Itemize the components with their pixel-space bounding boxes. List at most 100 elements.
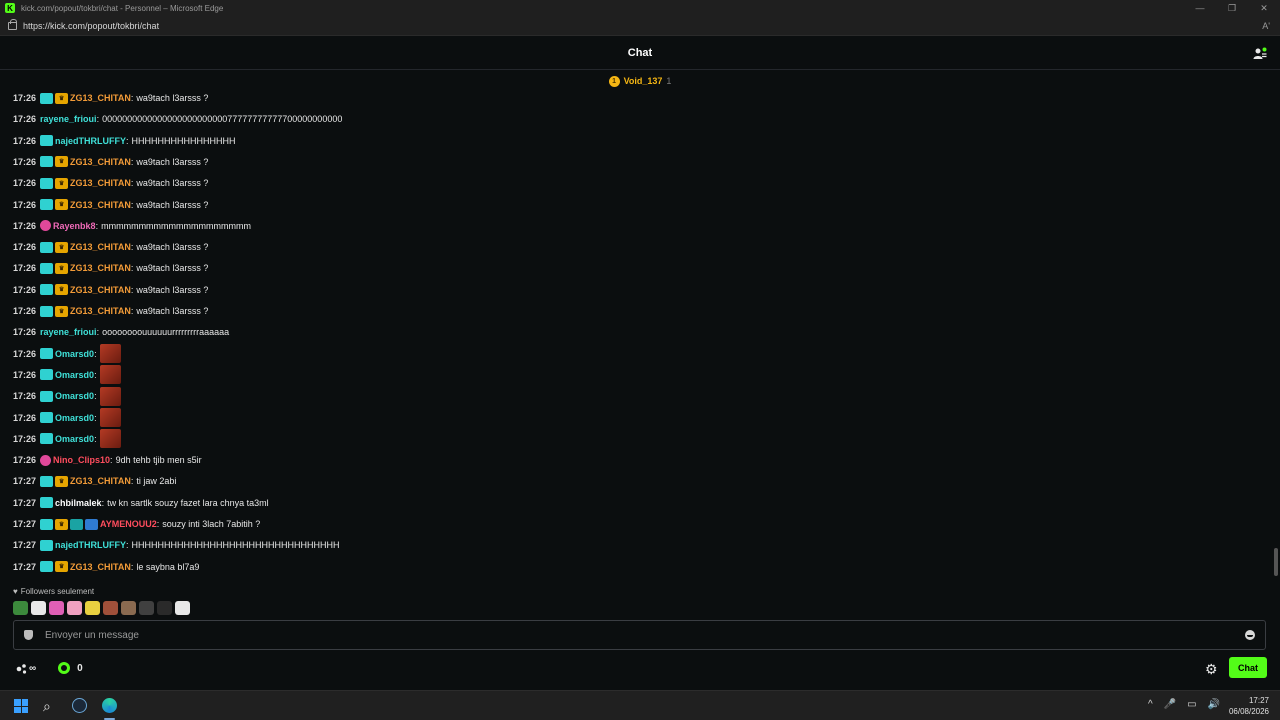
subscriber-badge-icon[interactable]	[40, 539, 54, 551]
face-emote[interactable]	[103, 601, 118, 615]
message-username[interactable]: ZG13_CHITAN	[70, 285, 131, 295]
message-username[interactable]: ZG13_CHITAN	[70, 306, 131, 316]
subscriber-badge-icon[interactable]	[40, 369, 54, 381]
tray-overflow-icon[interactable]: ^	[1148, 699, 1153, 710]
volume-icon[interactable]: 🔊	[1208, 699, 1220, 710]
subscriber-badge-icon[interactable]	[40, 135, 54, 147]
red-face-emote[interactable]	[99, 408, 121, 427]
message-username[interactable]: najedTHRLUFFY	[55, 540, 126, 550]
subscriber-badge-icon[interactable]	[40, 433, 54, 445]
subscriber-badge-icon[interactable]	[40, 518, 54, 530]
search-icon[interactable]: ⌕	[43, 698, 51, 715]
reader-mode-icon[interactable]: Aʹ	[1262, 21, 1270, 31]
subscriber-badge-icon[interactable]	[40, 305, 54, 317]
message-username[interactable]: najedTHRLUFFY	[55, 136, 126, 146]
message-username[interactable]: rayene_frioui	[40, 114, 97, 124]
subscriber-badge-icon[interactable]	[40, 348, 54, 360]
subscriber-badge-icon[interactable]	[40, 412, 54, 423]
message-username[interactable]: Rayenbk8	[53, 221, 96, 231]
blue-badge-icon[interactable]	[85, 518, 99, 530]
send-chat-button[interactable]: Chat	[1229, 657, 1267, 678]
message-username[interactable]: ZG13_CHITAN	[70, 263, 131, 273]
channel-points-icon[interactable]	[58, 662, 71, 674]
red-face-emote[interactable]	[99, 344, 121, 364]
red-face-emote[interactable]	[99, 386, 121, 406]
message-username[interactable]: Omarsd0	[55, 413, 94, 423]
dark-cat-emote[interactable]	[139, 601, 154, 615]
subscriber-badge-icon[interactable]	[40, 497, 54, 509]
steam-icon[interactable]	[72, 698, 87, 713]
message-username[interactable]: Omarsd0	[55, 349, 94, 359]
pink-pill-emote[interactable]	[49, 601, 64, 615]
subscriber-badge-icon[interactable]	[40, 390, 54, 402]
subscriber-badge-icon[interactable]	[40, 475, 54, 487]
crown-badge-icon[interactable]: ♛	[55, 561, 69, 573]
message-input[interactable]	[45, 629, 1245, 641]
message-username[interactable]: ZG13_CHITAN	[70, 242, 131, 252]
message-username[interactable]: Omarsd0	[55, 434, 94, 444]
pink-badge-icon[interactable]	[40, 454, 52, 466]
red-face-emote[interactable]	[99, 429, 121, 449]
message-username[interactable]: Nino_Clips10	[53, 455, 110, 465]
subscriber-badge-icon[interactable]	[40, 241, 54, 253]
message-username[interactable]: AYMENOUU2	[100, 519, 157, 529]
message-username[interactable]: ZG13_CHITAN	[70, 178, 131, 188]
crown-badge-icon[interactable]: ♛	[55, 518, 69, 530]
subscriber-badge-icon[interactable]	[40, 177, 54, 189]
pink-blob-emote[interactable]	[67, 601, 82, 615]
gift-badge-icon[interactable]	[70, 518, 84, 530]
restore-button[interactable]: ❐	[1216, 0, 1248, 16]
pepe-emote[interactable]	[13, 601, 28, 615]
mute-emote[interactable]	[175, 601, 190, 615]
yellow-bird-emote[interactable]	[85, 601, 100, 615]
subscriber-badge-icon[interactable]	[40, 262, 54, 274]
hat-emote[interactable]	[157, 601, 172, 615]
microphone-icon[interactable]: 🎤	[1164, 699, 1176, 710]
message-username[interactable]: rayene_frioui	[40, 327, 97, 337]
users-icon[interactable]	[1253, 47, 1267, 61]
crown-badge-icon[interactable]: ♛	[55, 305, 69, 317]
crown-badge-icon[interactable]: ♛	[55, 177, 69, 189]
chat-scrollbar[interactable]	[1274, 548, 1278, 576]
network-icon[interactable]: ▭	[1187, 699, 1196, 710]
close-button[interactable]: ✕	[1248, 0, 1280, 16]
message-username[interactable]: ZG13_CHITAN	[70, 562, 131, 572]
settings-gear-icon[interactable]: ⚙	[1205, 661, 1218, 678]
taskbar-clock[interactable]: 17:27 06/08/2026	[1229, 695, 1269, 717]
message-username[interactable]: Omarsd0	[55, 391, 94, 401]
message-username[interactable]: Omarsd0	[55, 370, 94, 380]
top-gifter-name[interactable]: Void_137	[624, 76, 663, 86]
share-icon[interactable]	[16, 663, 27, 674]
message-username[interactable]: ZG13_CHITAN	[70, 93, 131, 103]
subscriber-badge-icon[interactable]	[40, 284, 54, 296]
url-text[interactable]: https://kick.com/popout/tokbri/chat	[23, 21, 159, 31]
meme-emote[interactable]	[121, 601, 136, 615]
pink-badge-icon[interactable]	[40, 220, 52, 232]
subscriber-badge-icon[interactable]	[40, 199, 54, 210]
kick-k-emote[interactable]	[31, 601, 46, 615]
message-input-box[interactable]	[13, 620, 1266, 650]
crown-badge-icon[interactable]: ♛	[55, 262, 69, 274]
crown-badge-icon[interactable]: ♛	[55, 92, 69, 104]
crown-badge-icon[interactable]: ♛	[55, 241, 69, 253]
message-username[interactable]: ZG13_CHITAN	[70, 157, 131, 167]
windows-start-icon[interactable]	[14, 699, 28, 713]
message-username[interactable]: ZG13_CHITAN	[70, 476, 131, 486]
crown-badge-icon[interactable]: ♛	[55, 475, 69, 487]
message-time: 17:26	[13, 348, 37, 359]
message-username[interactable]: ZG13_CHITAN	[70, 200, 131, 210]
red-face-emote[interactable]	[99, 365, 121, 385]
emote-picker-icon[interactable]	[1245, 630, 1255, 640]
subscriber-badge-icon[interactable]	[40, 156, 54, 168]
message-text: tw kn sartlk souzy fazet lara chnya ta3m…	[107, 497, 269, 508]
edge-icon[interactable]	[102, 698, 117, 713]
message-username[interactable]: chbilmalek	[55, 498, 102, 508]
crown-badge-icon[interactable]: ♛	[55, 199, 69, 210]
minimize-button[interactable]: —	[1184, 0, 1216, 16]
subscriber-badge-icon[interactable]	[40, 561, 54, 573]
address-bar[interactable]: https://kick.com/popout/tokbri/chat Aʹ	[0, 16, 1280, 36]
crown-badge-icon[interactable]: ♛	[55, 284, 69, 296]
crown-badge-icon[interactable]: ♛	[55, 156, 69, 168]
subscriber-badge-icon[interactable]	[40, 92, 54, 104]
message-text: wa9tach l3arsss ?	[136, 199, 209, 210]
